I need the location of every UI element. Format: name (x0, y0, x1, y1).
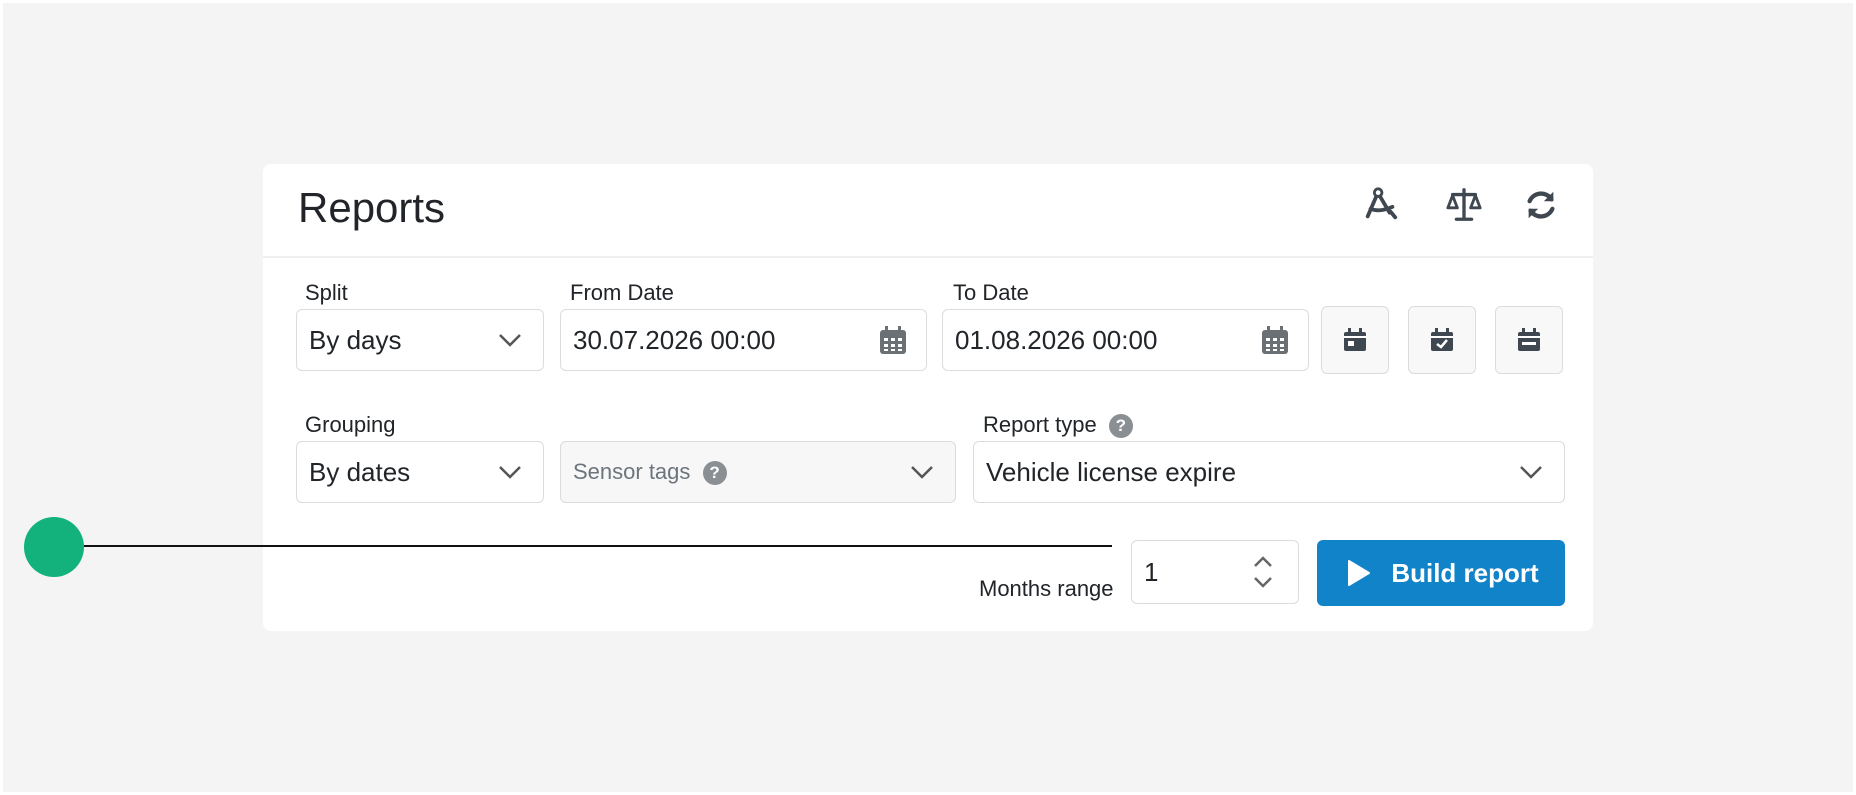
play-icon (1348, 560, 1371, 586)
this-month-button[interactable] (1495, 306, 1563, 374)
from-date-input[interactable]: 30.07.2026 00:00 (560, 309, 927, 371)
refresh-icon[interactable] (1520, 184, 1562, 226)
report-type-value: Vehicle license expire (986, 456, 1237, 487)
months-range-input[interactable]: 1 (1131, 540, 1299, 604)
sensor-tags-select[interactable]: Sensor tags ? (560, 441, 956, 503)
help-icon[interactable]: ? (702, 461, 727, 486)
to-date-input[interactable]: 01.08.2026 00:00 (942, 309, 1309, 371)
split-select[interactable]: By days (296, 309, 544, 371)
calendar-check-icon (1431, 328, 1453, 351)
page-title: Reports (298, 184, 446, 231)
panel-header: Reports (263, 164, 1593, 258)
grouping-select[interactable]: By dates (296, 441, 544, 503)
report-type-select[interactable]: Vehicle license expire (973, 441, 1565, 503)
split-value: By days (309, 324, 402, 355)
calendar-icon[interactable] (1258, 323, 1292, 357)
chevron-down-icon (911, 466, 933, 479)
calendar-day-icon (1344, 328, 1366, 351)
today-button[interactable] (1321, 306, 1389, 374)
callout-line (84, 545, 1112, 547)
calendar-minus-icon (1518, 328, 1540, 351)
chevron-down-icon (499, 334, 521, 347)
compass-drafting-icon[interactable] (1360, 184, 1402, 226)
balance-scale-icon[interactable] (1443, 184, 1485, 226)
months-range-value: 1 (1144, 556, 1159, 587)
callout-marker (24, 517, 84, 577)
grouping-label: Grouping (305, 412, 396, 437)
this-week-button[interactable] (1408, 306, 1476, 374)
to-date-label: To Date (953, 280, 1029, 305)
months-range-label: Months range (979, 576, 1114, 601)
number-spinner-icon[interactable] (1250, 552, 1276, 592)
from-date-label: From Date (570, 280, 674, 305)
to-date-value: 01.08.2026 00:00 (955, 324, 1158, 355)
split-label: Split (305, 280, 348, 305)
grouping-value: By dates (309, 456, 411, 487)
report-type-label: Report type (983, 412, 1097, 437)
sensor-tags-placeholder: Sensor tags (573, 458, 691, 484)
build-report-label: Build report (1391, 557, 1539, 588)
chevron-down-icon (1520, 466, 1542, 479)
build-report-button[interactable]: Build report (1317, 540, 1565, 606)
chevron-down-icon (499, 466, 521, 479)
calendar-icon[interactable] (876, 323, 910, 357)
help-icon[interactable]: ? (1108, 414, 1133, 439)
from-date-value: 30.07.2026 00:00 (573, 324, 776, 355)
report-type-label-row: Report type ? (983, 412, 1133, 439)
